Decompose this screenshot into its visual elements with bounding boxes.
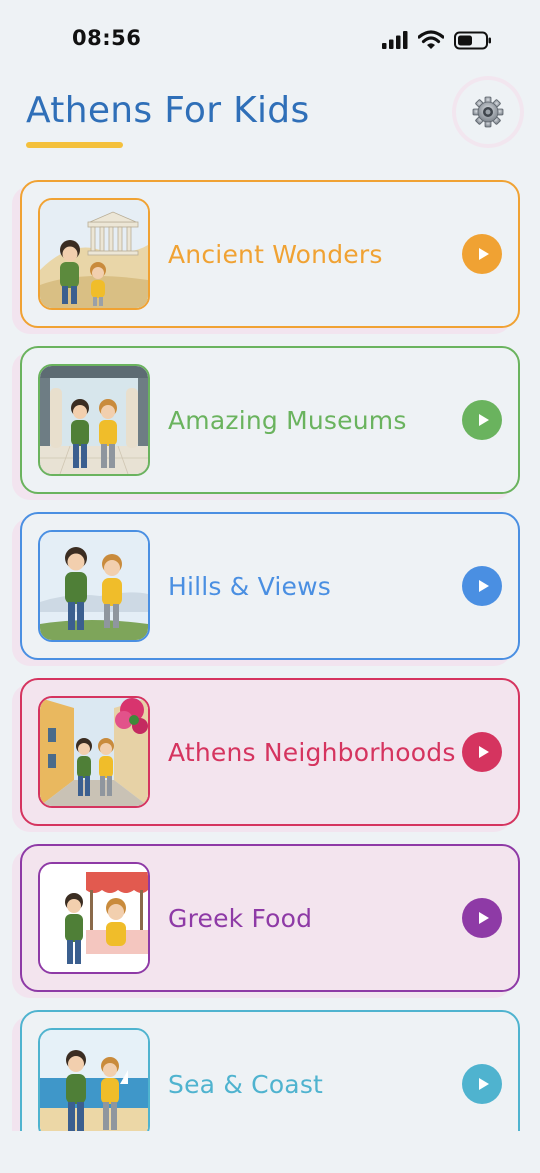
play-icon[interactable] xyxy=(462,732,502,772)
hills-views-thumbnail xyxy=(38,530,150,642)
category-list[interactable]: Ancient Wonders Amazing Museums Hills & … xyxy=(0,180,540,1131)
category-label: Greek Food xyxy=(168,903,313,933)
category-card-amazing-museums[interactable]: Amazing Museums xyxy=(20,346,520,494)
athens-neighborhoods-thumbnail xyxy=(38,696,150,808)
app-header: Athens For Kids xyxy=(0,80,540,170)
play-icon[interactable] xyxy=(462,898,502,938)
play-icon[interactable] xyxy=(462,234,502,274)
title-underline xyxy=(26,142,123,148)
play-icon[interactable] xyxy=(462,400,502,440)
wifi-icon xyxy=(418,30,444,49)
battery-icon xyxy=(454,31,491,49)
category-label: Hills & Views xyxy=(168,571,332,601)
status-time: 08:56 xyxy=(72,26,142,50)
app-title: Athens For Kids xyxy=(26,90,310,131)
settings-button[interactable] xyxy=(456,80,520,144)
status-bar: 08:56 xyxy=(0,0,540,80)
category-card-ancient-wonders[interactable]: Ancient Wonders xyxy=(20,180,520,328)
ancient-wonders-thumbnail xyxy=(38,198,150,310)
category-label: Amazing Museums xyxy=(168,405,407,435)
category-card-greek-food[interactable]: Greek Food xyxy=(20,844,520,992)
bottom-area xyxy=(0,1131,540,1173)
greek-food-thumbnail xyxy=(38,862,150,974)
sea-coast-thumbnail xyxy=(38,1028,150,1131)
gear-icon xyxy=(472,96,504,128)
cellular-signal-icon xyxy=(382,31,408,49)
status-icons xyxy=(382,30,492,50)
amazing-museums-thumbnail xyxy=(38,364,150,476)
category-card-athens-neighborhoods[interactable]: Athens Neighborhoods xyxy=(20,678,520,826)
category-label: Athens Neighborhoods xyxy=(168,737,456,767)
category-card-sea-coast[interactable]: Sea & Coast xyxy=(20,1010,520,1131)
category-card-hills-views[interactable]: Hills & Views xyxy=(20,512,520,660)
play-icon[interactable] xyxy=(462,566,502,606)
category-label: Ancient Wonders xyxy=(168,239,383,269)
category-label: Sea & Coast xyxy=(168,1069,324,1099)
play-icon[interactable] xyxy=(462,1064,502,1104)
